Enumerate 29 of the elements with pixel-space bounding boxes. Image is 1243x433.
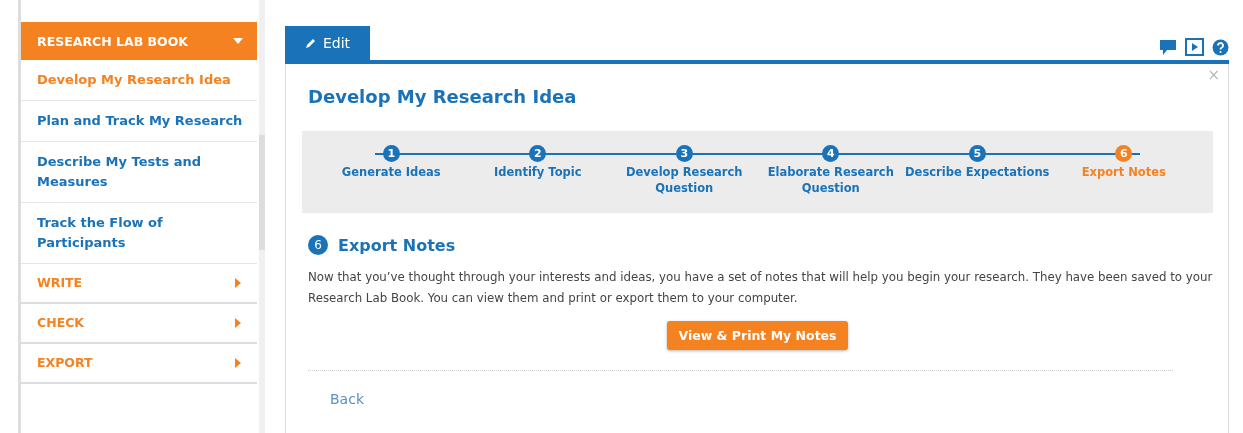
caret-icon bbox=[233, 278, 243, 288]
step-number: 2 bbox=[529, 145, 547, 162]
description-text: Now that you’ve thought through your interests and ideas, you have a set of notes that will help you begin your research. They have been saved to your Research Lab Book. You can view them and print or export them to your computer. bbox=[308, 269, 1213, 307]
back-link[interactable]: Back bbox=[330, 391, 1213, 407]
step[interactable]: 5 Describe Expectations bbox=[904, 131, 1051, 213]
view-print-button[interactable]: View & Print My Notes bbox=[667, 321, 848, 350]
step[interactable]: 6 Export Notes bbox=[1050, 131, 1197, 213]
step-number: 4 bbox=[822, 145, 840, 162]
help-icon[interactable] bbox=[1212, 38, 1229, 56]
comment-icon[interactable] bbox=[1159, 38, 1177, 56]
step[interactable]: 4 Elaborate Research Question bbox=[757, 131, 904, 213]
step-number: 6 bbox=[1115, 145, 1133, 162]
pencil-icon bbox=[305, 37, 317, 49]
section-title: Export Notes bbox=[338, 235, 456, 255]
sidebar-header[interactable]: RESEARCH LAB BOOK bbox=[21, 22, 257, 60]
caret-icon bbox=[233, 318, 243, 328]
step-number: 3 bbox=[675, 145, 693, 162]
step-number: 1 bbox=[382, 145, 400, 162]
step[interactable]: 2 Identify Topic bbox=[464, 131, 611, 213]
video-icon[interactable] bbox=[1185, 38, 1204, 56]
step-number: 5 bbox=[968, 145, 986, 162]
page-title: Develop My Research Idea bbox=[308, 86, 578, 107]
scrollbar[interactable] bbox=[259, 0, 265, 433]
step[interactable]: 3 Develop Research Question bbox=[611, 131, 758, 213]
caret-icon bbox=[233, 358, 243, 368]
step-number: 6 bbox=[308, 235, 328, 255]
edit-tab[interactable]: Edit bbox=[285, 26, 371, 60]
caret-icon bbox=[233, 36, 243, 46]
step[interactable]: 1 Generate Ideas bbox=[318, 131, 465, 213]
